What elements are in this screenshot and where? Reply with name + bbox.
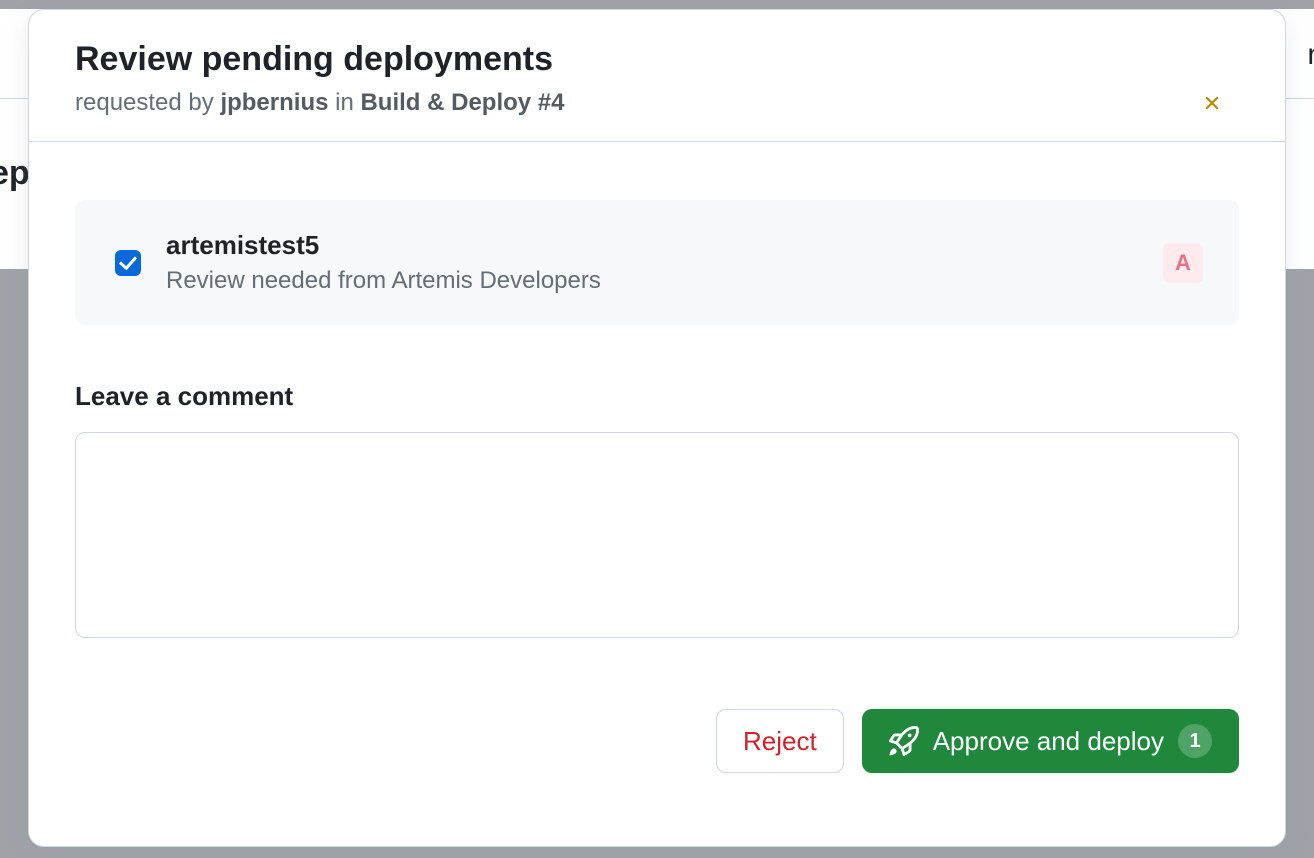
- comment-textarea[interactable]: [75, 432, 1239, 638]
- environment-name: artemistest5: [166, 230, 1141, 261]
- close-button[interactable]: [1195, 86, 1229, 120]
- bg-heading-fragment: ep: [0, 154, 30, 193]
- rocket-icon: [889, 726, 919, 756]
- subtitle-prefix: requested by: [75, 89, 220, 116]
- subtitle-workflow: Build & Deploy #4: [360, 89, 564, 116]
- reject-button[interactable]: Reject: [716, 709, 844, 773]
- comment-label: Leave a comment: [75, 381, 1239, 412]
- dialog-subtitle: requested by jpbernius in Build & Deploy…: [75, 89, 1239, 117]
- dialog-actions: Reject Approve and deploy 1: [75, 709, 1239, 773]
- review-needed-text: Review needed from: [166, 267, 391, 294]
- approve-label: Approve and deploy: [933, 726, 1164, 757]
- reviewer-team: Artemis Developers: [391, 267, 600, 294]
- reject-label: Reject: [743, 726, 817, 757]
- dialog-header: Review pending deployments requested by …: [29, 10, 1285, 142]
- environment-review-line: Review needed from Artemis Developers: [166, 267, 1141, 295]
- review-deployments-dialog: Review pending deployments requested by …: [28, 9, 1286, 847]
- close-icon: [1201, 91, 1223, 115]
- dialog-body: artemistest5 Review needed from Artemis …: [29, 142, 1285, 773]
- environment-text: artemistest5 Review needed from Artemis …: [166, 230, 1141, 295]
- environment-checkbox[interactable]: [115, 250, 141, 276]
- approve-deploy-button[interactable]: Approve and deploy 1: [862, 709, 1239, 773]
- environment-card: artemistest5 Review needed from Artemis …: [75, 200, 1239, 325]
- dialog-title: Review pending deployments: [75, 40, 1239, 79]
- bg-tab-fragment-right: n: [1307, 38, 1314, 72]
- approve-count-badge: 1: [1178, 724, 1212, 758]
- subtitle-user: jpbernius: [220, 89, 328, 116]
- org-avatar-letter: A: [1175, 250, 1191, 276]
- subtitle-mid: in: [328, 89, 360, 116]
- org-avatar: A: [1163, 243, 1203, 283]
